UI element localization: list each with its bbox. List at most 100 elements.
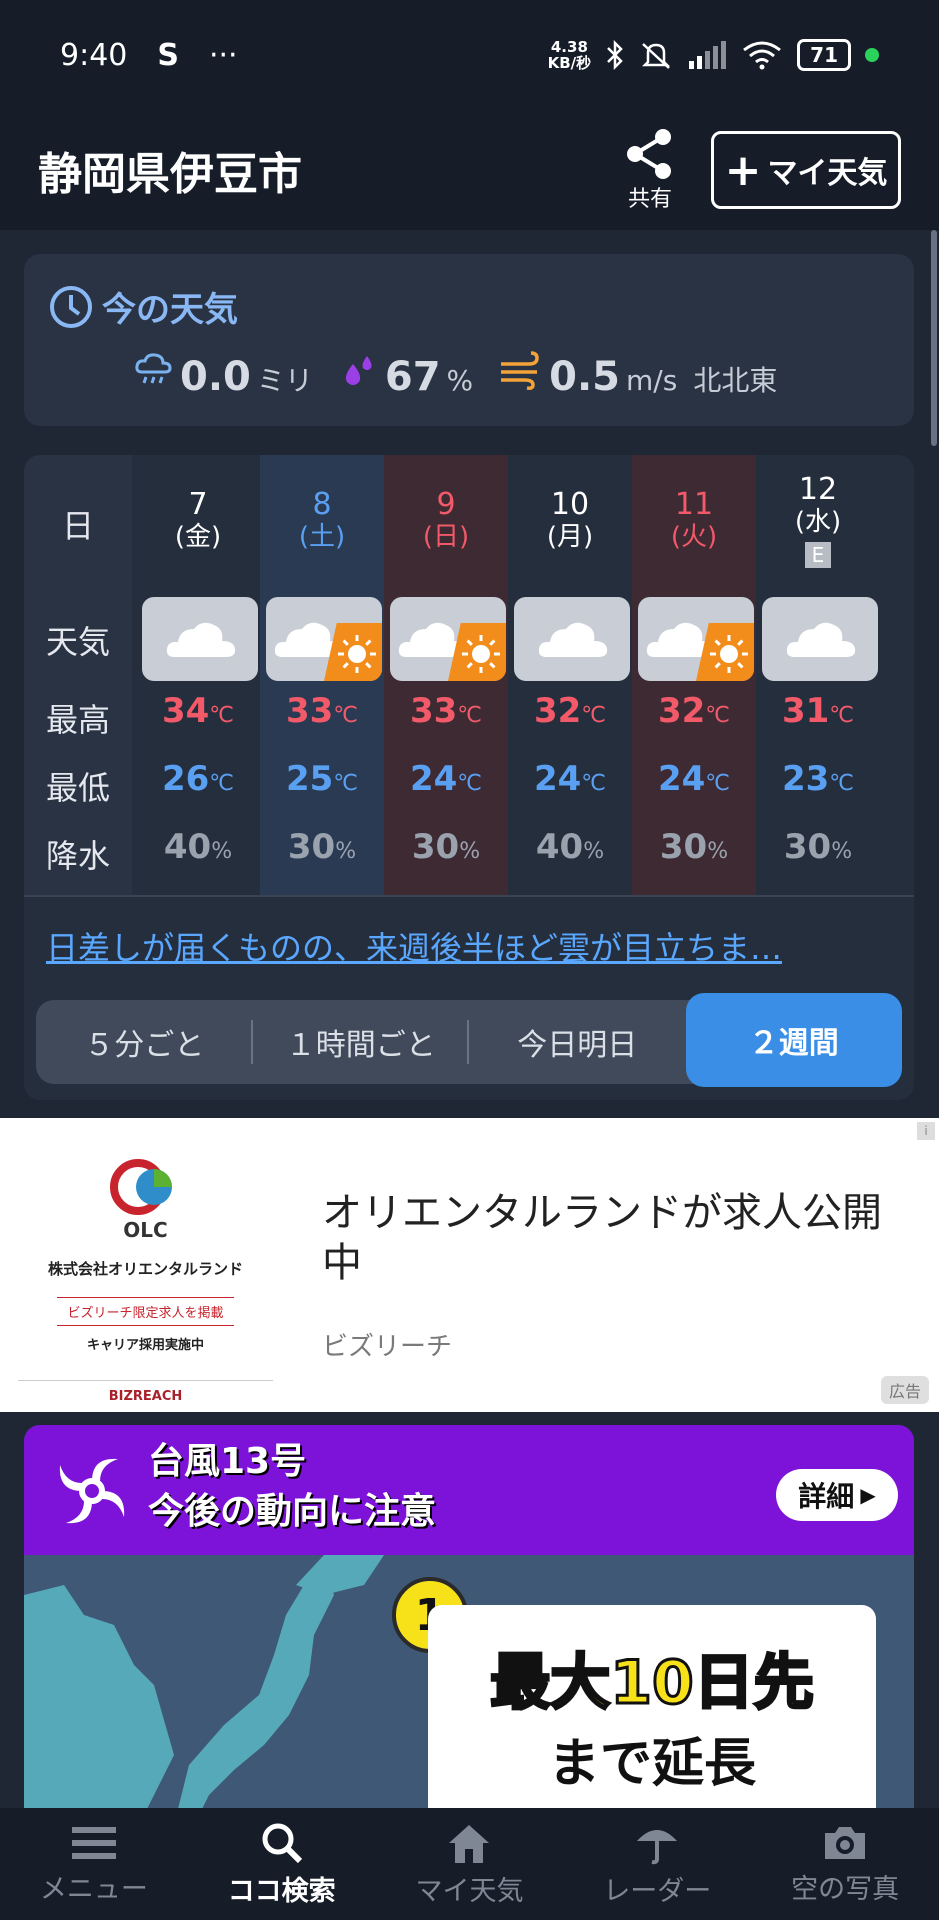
promo-subline: まで延長 — [547, 1734, 756, 1794]
cloud-sun-icon — [390, 597, 506, 681]
typhoon-detail-button[interactable]: 詳細 ▶ — [776, 1469, 898, 1521]
forecast-day-column[interactable]: 10 (月) 32℃ 24℃ 40% — [508, 455, 632, 895]
ad-label: 広告 — [880, 1376, 929, 1404]
ad-title[interactable]: オリエンタルランドが求人公開中 — [322, 1188, 912, 1288]
low-temp-value: 24 — [533, 759, 582, 799]
rain-chance-unit: % — [211, 839, 233, 864]
day-badge: E — [804, 542, 832, 568]
forecast-day-column[interactable]: 7 (金) 34℃ 26℃ 40% — [136, 455, 260, 895]
day-weekday: (火) — [670, 522, 718, 552]
rain-chance: 30% — [756, 827, 880, 867]
typhoon-subtitle: 今後の動向に注意 — [148, 1491, 437, 1532]
precipitation-unit: ミリ — [256, 364, 313, 397]
day-weekday: (日) — [422, 522, 470, 552]
mute-icon — [642, 43, 671, 69]
nav-radar[interactable]: レーダー — [563, 1808, 751, 1920]
row-label-day: 日 — [61, 507, 94, 545]
nav-radar-label: レーダー — [603, 1875, 712, 1907]
scrollbar[interactable] — [931, 230, 937, 446]
precipitation-value: 0.0 — [180, 354, 251, 400]
camera-icon — [825, 1826, 866, 1859]
nav-search[interactable]: ココ検索 — [188, 1808, 376, 1920]
high-temp-value: 33 — [409, 691, 458, 731]
ad-info-icon[interactable]: i — [917, 1122, 935, 1140]
typhoon-banner[interactable]: 台風13号 今後の動向に注意 詳細 ▶ 1 最大10日先 まで延長 — [24, 1425, 914, 1825]
share-button[interactable]: 共有 — [623, 127, 677, 213]
day-header: 12 (水) E — [756, 455, 880, 587]
forecast-range-tabs: ５分ごと １時間ごと 今日明日 ２週間 — [36, 993, 902, 1087]
cloud-icon — [514, 597, 630, 681]
cloud-shape — [166, 622, 236, 657]
low-temp-unit: ℃ — [705, 771, 731, 796]
low-temp: 25℃ — [260, 759, 384, 799]
privacy-dot — [865, 48, 879, 62]
signal-icon — [689, 41, 727, 69]
high-temp: 32℃ — [508, 691, 632, 731]
nav-menu[interactable]: メニュー — [0, 1808, 188, 1920]
low-temp-value: 24 — [657, 759, 706, 799]
humidity-unit: % — [446, 364, 474, 397]
wind-now: 0.5 m/s 北北東 — [499, 350, 777, 400]
low-temp-unit: ℃ — [829, 771, 855, 796]
forecast-day-column[interactable]: 11 (火) 32℃ 24℃ 30% — [632, 455, 756, 895]
low-temp-unit: ℃ — [333, 771, 359, 796]
share-icon — [627, 129, 671, 179]
day-weekday: (土) — [298, 522, 346, 552]
bluetooth-icon — [607, 40, 623, 70]
cloud-shape — [786, 622, 856, 657]
high-temp-value: 31 — [781, 691, 830, 731]
forecast-day-column[interactable]: 9 (日) 33℃ 24℃ 30% — [384, 455, 508, 895]
wifi-icon — [743, 41, 782, 70]
ad-company: 株式会社オリエンタルランド — [47, 1260, 243, 1278]
high-temp-unit: ℃ — [209, 703, 235, 728]
day-weekday: (月) — [546, 522, 594, 552]
forecast-row-labels: 日 天気 最高 最低 降水 — [24, 455, 132, 895]
rain-chance-value: 30 — [411, 827, 460, 867]
low-temp-value: 25 — [285, 759, 334, 799]
forecast-day-column[interactable]: 12 (水) E 31 ℃ 23℃ 30% — [756, 455, 880, 895]
high-temp: 34℃ — [136, 691, 260, 731]
low-temp: 23℃ — [756, 759, 880, 799]
cloud-icon — [142, 597, 258, 681]
ad-advertiser: ビズリーチ — [322, 1332, 453, 1362]
battery-indicator: 71 — [797, 39, 851, 71]
wind-icon — [501, 351, 539, 390]
two-week-forecast-card: 日 天気 最高 最低 降水 7 (金) 34℃ 26℃ 40% 8 (土) 33℃ 25℃ 30%… — [24, 455, 914, 1100]
typhoon-text: 台風13号 今後の動向に注意 — [148, 1437, 436, 1537]
low-temp-value: 24 — [409, 759, 458, 799]
advertisement[interactable]: i OLC 株式会社オリエンタルランド ビズリーチ限定求人を掲載 キャリア採用実… — [0, 1118, 939, 1412]
typhoon-map: 1 最大10日先 まで延長 — [24, 1555, 914, 1825]
rain-chance-unit: % — [459, 839, 481, 864]
tab-hourly[interactable]: １時間ごと — [253, 1000, 470, 1084]
forecast-summary-link[interactable]: 日差しが届くものの、来週後半ほど雲が目立ちま… — [46, 923, 782, 969]
rain-chance: 40% — [508, 827, 632, 867]
nav-menu-label: メニュー — [39, 1873, 148, 1905]
rain-chance-unit: % — [707, 839, 729, 864]
main-content: 今の天気 0.0 ミリ 67 % 0.5 m/s 北北東 日 天気 最高 最低 … — [0, 230, 939, 1825]
high-temp-value: 32 — [533, 691, 582, 731]
add-my-weather-button[interactable]: + マイ天気 — [711, 131, 901, 209]
status-bar: 9:40 S ··· 4.38 KB/秒 71 — [0, 0, 939, 110]
humidity-drops-icon — [345, 356, 372, 385]
rain-chance-value: 30 — [659, 827, 708, 867]
nav-my-weather[interactable]: マイ天気 — [376, 1808, 564, 1920]
tab-today-tomorrow[interactable]: 今日明日 — [469, 1000, 686, 1084]
network-speed: 4.38 KB/秒 — [547, 38, 592, 72]
tab-two-weeks[interactable]: ２週間 — [685, 993, 902, 1087]
typhoon-icon — [59, 1458, 125, 1524]
low-temp-unit: ℃ — [581, 771, 607, 796]
tab-5min[interactable]: ５分ごと — [36, 1000, 253, 1084]
ad-banner-red: ビズリーチ限定求人を掲載 — [57, 1297, 234, 1326]
high-temp-unit: ℃ — [705, 703, 731, 728]
forecast-day-column[interactable]: 8 (土) 33℃ 25℃ 30% — [260, 455, 384, 895]
s-app-icon: S — [157, 37, 179, 73]
promo-headline: 最大10日先 — [489, 1647, 815, 1720]
high-temp-unit: ℃ — [581, 703, 607, 728]
current-weather-label: 今の天気 — [102, 290, 238, 330]
rain-chance: 30% — [260, 827, 384, 867]
low-temp: 26℃ — [136, 759, 260, 799]
day-date: 10 — [550, 487, 590, 522]
nav-sky-photos[interactable]: 空の写真 — [751, 1808, 939, 1920]
typhoon-header: 台風13号 今後の動向に注意 詳細 ▶ — [24, 1425, 914, 1555]
promo-box: 最大10日先 まで延長 — [428, 1605, 876, 1825]
